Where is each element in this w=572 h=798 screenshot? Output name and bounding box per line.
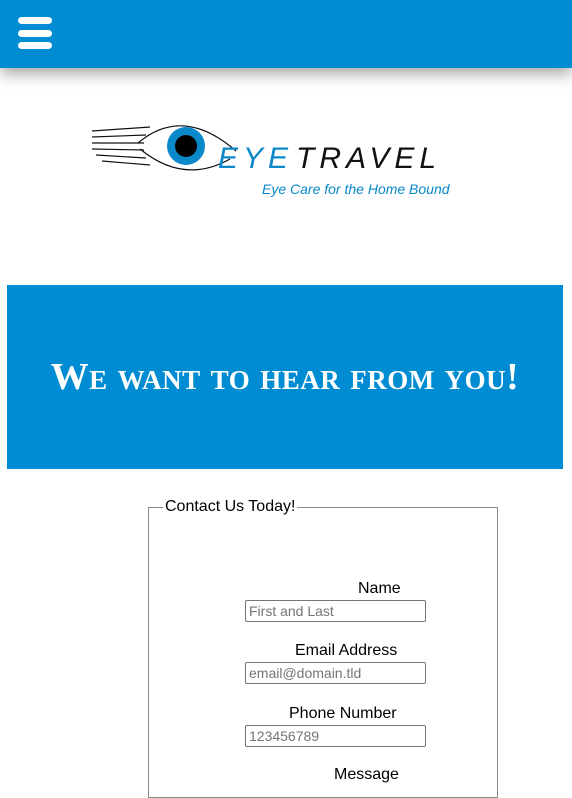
menu-bar-line: [18, 17, 52, 24]
contact-form: Contact Us Today! Name Email Address Pho…: [148, 498, 498, 798]
contact-form-legend: Contact Us Today!: [165, 498, 296, 515]
phone-input[interactable]: [245, 725, 426, 747]
top-nav-bar: [0, 0, 572, 68]
menu-bar-line: [18, 29, 52, 37]
eyetravel-logo: EYE TRAVEL Eye Care for the Home Bound: [88, 115, 488, 205]
brand-name-travel: TRAVEL: [296, 142, 442, 175]
hero-banner: We want to hear from you!: [7, 285, 563, 469]
phone-label: Phone Number: [289, 705, 397, 722]
brand-name-eye: EYE: [218, 142, 294, 175]
email-label: Email Address: [295, 642, 398, 659]
menu-bar-line: [18, 42, 52, 49]
email-input[interactable]: [245, 662, 426, 684]
hero-heading: We want to hear from you!: [50, 356, 520, 398]
name-label: Name: [358, 580, 401, 597]
brand-tagline: Eye Care for the Home Bound: [262, 181, 450, 197]
name-input[interactable]: [245, 600, 426, 622]
message-label: Message: [334, 766, 399, 783]
hamburger-menu-icon[interactable]: [18, 17, 52, 49]
